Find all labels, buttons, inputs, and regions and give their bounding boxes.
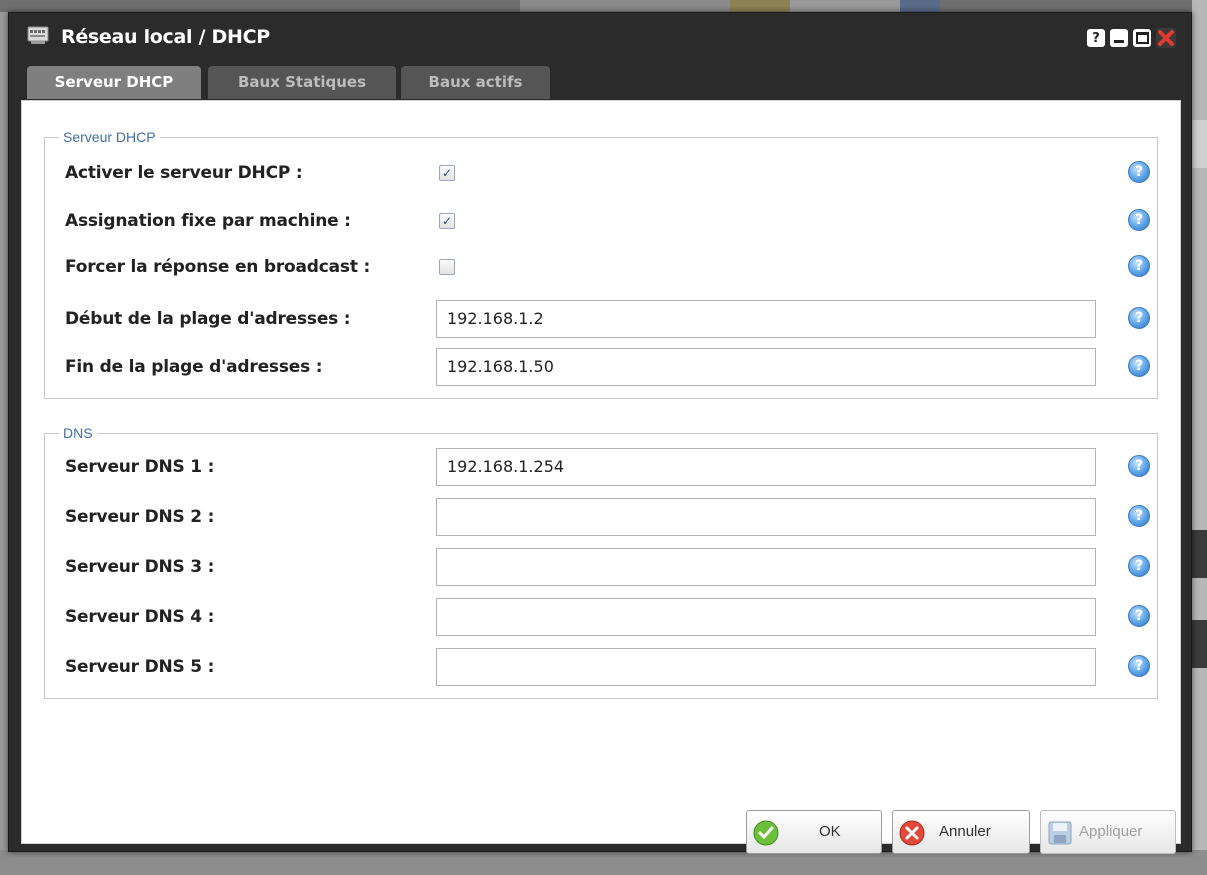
help-icon[interactable]: ? [1128, 255, 1150, 277]
dns-server-row: Serveur DNS 1 : 192.168.1.254 ? [45, 446, 1157, 488]
cancel-button-label: Annuler [939, 823, 991, 840]
cancel-icon [899, 820, 925, 846]
fixed-assignment-label: Assignation fixe par machine : [65, 211, 351, 231]
tab-baux-statiques[interactable]: Baux Statiques [208, 66, 396, 99]
help-icon[interactable]: ? [1128, 655, 1150, 677]
ok-button-label: OK [819, 823, 841, 840]
ok-button[interactable]: OK [746, 810, 882, 854]
force-broadcast-checkbox[interactable] [439, 259, 455, 275]
help-window-button[interactable]: ? [1087, 29, 1105, 47]
enable-dhcp-checkbox[interactable]: ✓ [439, 165, 455, 181]
save-disk-icon [1048, 821, 1072, 845]
maximize-button[interactable] [1133, 29, 1151, 47]
dns-server-2-input[interactable] [436, 498, 1096, 536]
force-broadcast-row: Forcer la réponse en broadcast : ? [45, 246, 1157, 288]
close-icon[interactable] [1156, 28, 1176, 48]
help-icon[interactable]: ? [1128, 209, 1150, 231]
fixed-assignment-checkbox[interactable]: ✓ [439, 213, 455, 229]
dns-group-legend: DNS [59, 425, 97, 441]
force-broadcast-label: Forcer la réponse en broadcast : [65, 257, 371, 277]
tab-serveur-dhcp[interactable]: Serveur DHCP [27, 66, 201, 99]
enable-dhcp-label: Activer le serveur DHCP : [65, 163, 303, 183]
apply-button-label: Appliquer [1079, 823, 1143, 840]
help-icon[interactable]: ? [1128, 505, 1150, 527]
dns-server-5-label: Serveur DNS 5 : [65, 657, 215, 677]
network-icon [27, 26, 49, 44]
desktop-background-top [0, 0, 1207, 12]
enable-dhcp-row: Activer le serveur DHCP : ✓ ? [45, 152, 1157, 194]
dns-server-row: Serveur DNS 4 : ? [45, 596, 1157, 638]
minimize-button[interactable] [1110, 29, 1128, 47]
help-icon[interactable]: ? [1128, 307, 1150, 329]
dns-server-1-input[interactable]: 192.168.1.254 [436, 448, 1096, 486]
tab-content-panel: Serveur DHCP Activer le serveur DHCP : ✓… [21, 100, 1181, 854]
cancel-button[interactable]: Annuler [892, 810, 1030, 854]
help-icon[interactable]: ? [1128, 161, 1150, 183]
dhcp-group-legend: Serveur DHCP [59, 129, 160, 145]
tab-baux-actifs[interactable]: Baux actifs [401, 66, 550, 99]
help-icon[interactable]: ? [1128, 605, 1150, 627]
fixed-assignment-row: Assignation fixe par machine : ✓ ? [45, 200, 1157, 242]
dns-server-3-label: Serveur DNS 3 : [65, 557, 215, 577]
range-start-label: Début de la plage d'adresses : [65, 309, 351, 329]
range-end-row: Fin de la plage d'adresses : 192.168.1.5… [45, 346, 1157, 388]
help-icon[interactable]: ? [1128, 455, 1150, 477]
dns-server-row: Serveur DNS 3 : ? [45, 546, 1157, 588]
window-title: Réseau local / DHCP [61, 26, 270, 48]
dhcp-dialog-window: Réseau local / DHCP ? Serveur DHCP Baux … [8, 12, 1192, 854]
help-icon[interactable]: ? [1128, 355, 1150, 377]
dns-server-2-label: Serveur DNS 2 : [65, 507, 215, 527]
help-icon[interactable]: ? [1128, 555, 1150, 577]
title-bar[interactable]: Réseau local / DHCP ? [9, 13, 1191, 65]
dns-server-4-input[interactable] [436, 598, 1096, 636]
dhcp-server-group: Serveur DHCP Activer le serveur DHCP : ✓… [44, 129, 1158, 399]
range-end-label: Fin de la plage d'adresses : [65, 357, 323, 377]
dns-group: DNS Serveur DNS 1 : 192.168.1.254 ? Serv… [44, 425, 1158, 699]
desktop-background-right [1192, 0, 1207, 875]
apply-button[interactable]: Appliquer [1040, 810, 1176, 854]
dns-server-4-label: Serveur DNS 4 : [65, 607, 215, 627]
range-start-input[interactable]: 192.168.1.2 [436, 300, 1096, 338]
dns-server-3-input[interactable] [436, 548, 1096, 586]
dns-server-1-label: Serveur DNS 1 : [65, 457, 215, 477]
range-start-row: Début de la plage d'adresses : 192.168.1… [45, 298, 1157, 340]
dns-server-row: Serveur DNS 2 : ? [45, 496, 1157, 538]
dns-server-5-input[interactable] [436, 648, 1096, 686]
range-end-input[interactable]: 192.168.1.50 [436, 348, 1096, 386]
checkmark-icon [753, 820, 779, 846]
dns-server-row: Serveur DNS 5 : ? [45, 646, 1157, 688]
